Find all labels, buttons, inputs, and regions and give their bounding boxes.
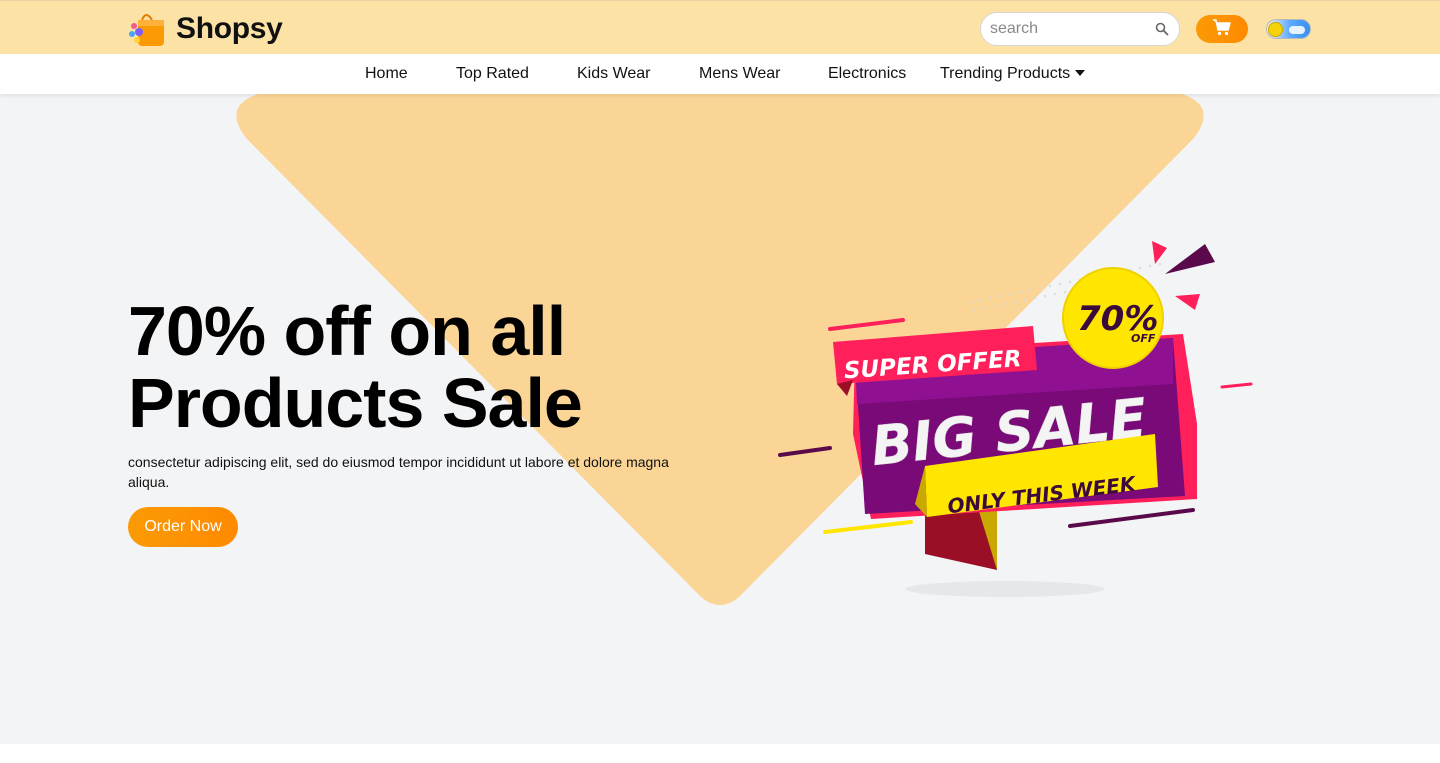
search-box xyxy=(980,12,1180,46)
hero-headline-line1: 70% off on all xyxy=(128,292,566,370)
top-bar: Shopsy xyxy=(0,0,1440,54)
shopping-bag-icon xyxy=(128,10,166,48)
cart-icon xyxy=(1212,18,1232,41)
hero-headline: 70% off on all Products Sale xyxy=(128,295,768,439)
cloud-icon xyxy=(1289,26,1305,34)
nav-item-electronics[interactable]: Electronics xyxy=(828,65,906,83)
cart-button[interactable] xyxy=(1196,15,1248,43)
nav-item-kids-wear[interactable]: Kids Wear xyxy=(577,65,651,83)
caret-down-icon xyxy=(1075,70,1086,76)
nav-item-trending-products[interactable]: Trending Products xyxy=(940,65,1086,83)
search-icon[interactable] xyxy=(1155,22,1169,36)
nav-item-home[interactable]: Home xyxy=(365,65,408,83)
order-now-button[interactable]: Order Now xyxy=(128,507,238,547)
main-nav: Home Top Rated Kids Wear Mens Wear Elect… xyxy=(0,54,1440,94)
nav-item-trending-label: Trending Products xyxy=(940,65,1071,82)
brand[interactable]: Shopsy xyxy=(128,10,283,48)
hero-section: 70% off on all Products Sale consectetur… xyxy=(0,94,1440,744)
big-sale-banner-image: SUPER OFFER BIG SALE ONLY THIS WEEK 70% … xyxy=(778,241,1253,597)
discount-suffix: OFF xyxy=(1131,332,1156,345)
nav-item-mens-wear[interactable]: Mens Wear xyxy=(699,65,781,83)
search-input[interactable] xyxy=(990,20,1150,38)
brand-name: Shopsy xyxy=(176,12,283,45)
nav-item-top-rated[interactable]: Top Rated xyxy=(456,65,529,83)
hero-headline-line2: Products Sale xyxy=(128,364,583,442)
sun-icon xyxy=(1268,22,1283,37)
hero-description: consectetur adipiscing elit, sed do eius… xyxy=(128,454,669,490)
theme-toggle[interactable] xyxy=(1266,19,1311,39)
